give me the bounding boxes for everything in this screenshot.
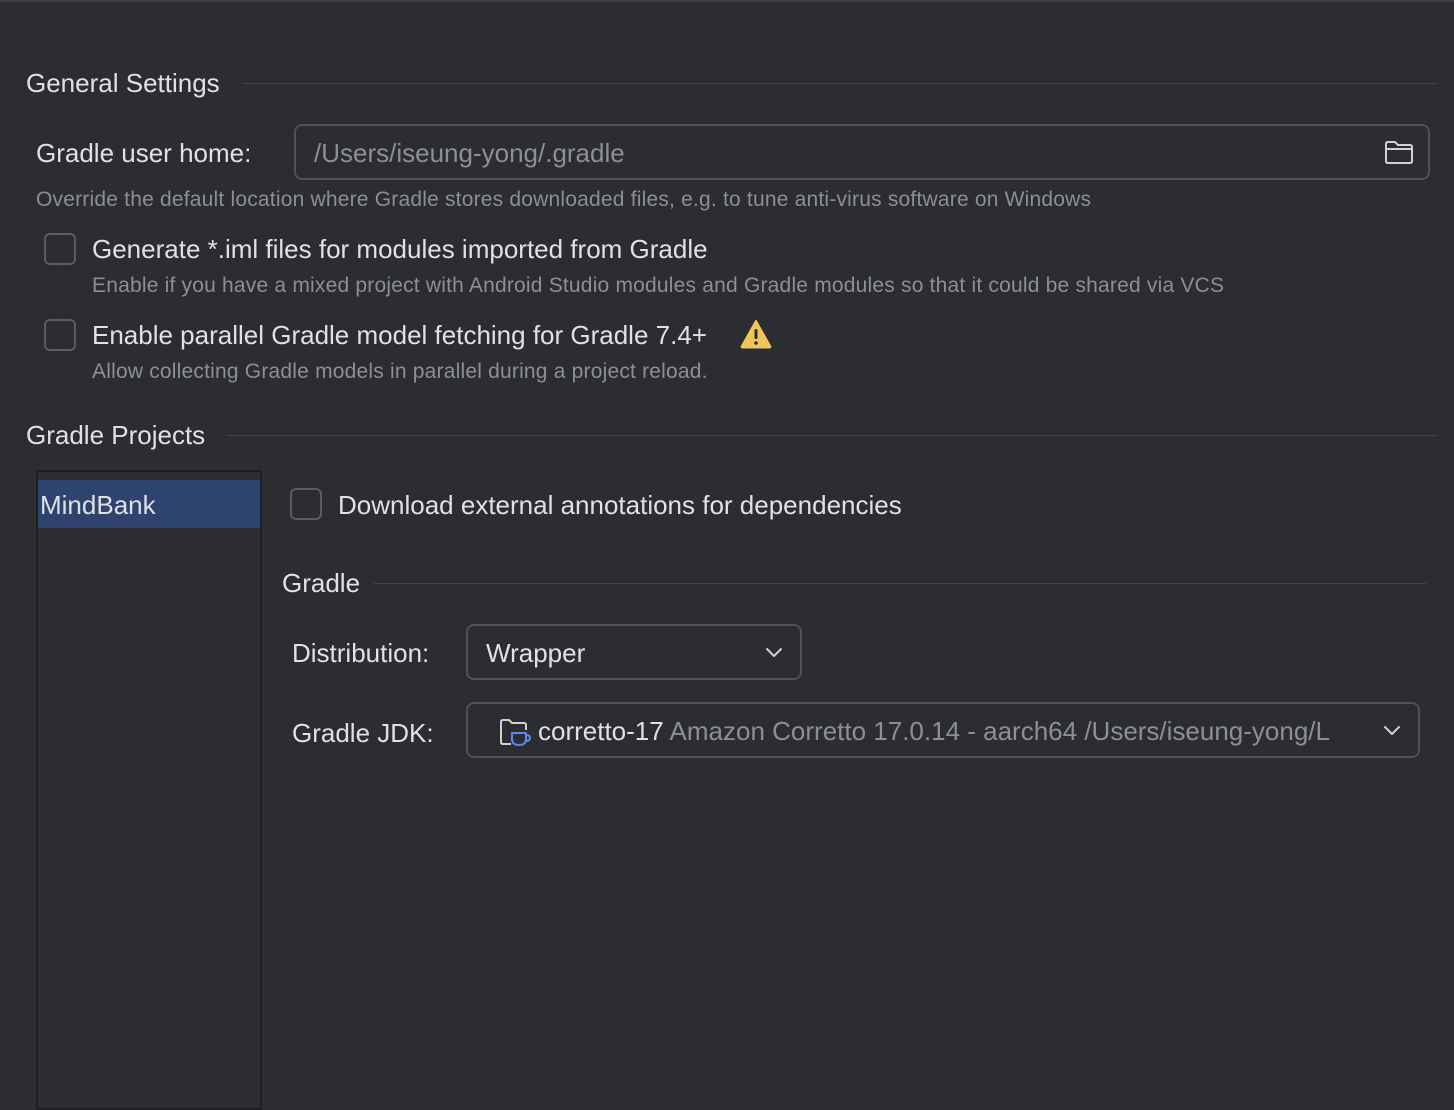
generate-iml-hint: Enable if you have a mixed project with … <box>92 274 1225 297</box>
jdk-text: corretto-17 Amazon Corretto 17.0.14 - aa… <box>538 716 1330 747</box>
parallel-fetch-checkbox[interactable] <box>44 319 76 351</box>
project-list[interactable]: MindBank <box>36 470 262 1110</box>
folder-icon[interactable] <box>1384 139 1414 165</box>
project-name: MindBank <box>40 490 156 520</box>
general-settings-title: General Settings <box>26 68 220 98</box>
warning-icon <box>740 319 772 349</box>
download-annotations-label[interactable]: Download external annotations for depend… <box>338 490 902 521</box>
jdk-chevron-down-icon <box>1360 704 1418 756</box>
distribution-label: Distribution: <box>292 638 430 668</box>
jdk-name: corretto-17 <box>538 716 664 746</box>
gradle-user-home-label: Gradle user home: <box>36 138 252 168</box>
gradle-group-separator <box>374 583 1426 584</box>
generate-iml-checkbox[interactable] <box>44 233 76 265</box>
gradle-user-home-input[interactable]: /Users/iseung-yong/.gradle <box>314 138 625 169</box>
gradle-jdk-label: Gradle JDK: <box>292 718 434 748</box>
gradle-user-home-hint: Override the default location where Grad… <box>36 188 1092 211</box>
jdk-detail: Amazon Corretto 17.0.14 - aarch64 /Users… <box>669 716 1330 746</box>
generate-iml-label[interactable]: Generate *.iml files for modules importe… <box>92 234 708 265</box>
parallel-fetch-label[interactable]: Enable parallel Gradle model fetching fo… <box>92 320 707 351</box>
parallel-fetch-hint: Allow collecting Gradle models in parall… <box>92 360 708 383</box>
general-settings-separator <box>242 83 1436 84</box>
top-divider <box>0 0 1454 2</box>
list-item[interactable]: MindBank <box>38 480 260 528</box>
gradle-user-home-field[interactable]: /Users/iseung-yong/.gradle <box>294 124 1430 180</box>
distribution-value: Wrapper <box>486 638 586 668</box>
gradle-projects-separator <box>226 435 1436 436</box>
download-annotations-checkbox[interactable] <box>290 488 322 520</box>
gradle-jdk-dropdown[interactable]: corretto-17 Amazon Corretto 17.0.14 - aa… <box>466 702 1420 758</box>
gradle-projects-title: Gradle Projects <box>26 420 206 450</box>
gradle-group-title: Gradle <box>282 568 361 598</box>
jdk-folder-icon <box>498 716 532 748</box>
chevron-down-icon <box>764 644 784 660</box>
distribution-dropdown[interactable]: Wrapper <box>466 624 802 680</box>
